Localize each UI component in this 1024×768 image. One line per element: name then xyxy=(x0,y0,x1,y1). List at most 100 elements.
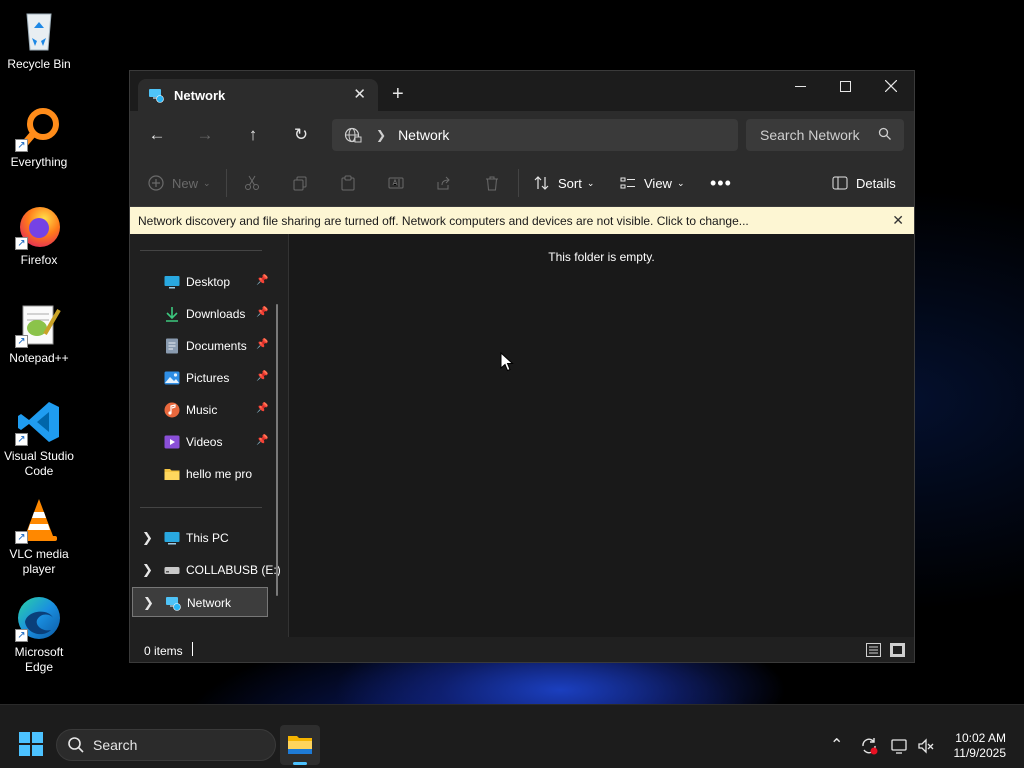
desktop-icon-edge[interactable]: ↗ Microsoft Edge xyxy=(2,594,76,675)
view-label: View xyxy=(644,175,672,191)
sidebar-item-collabusb[interactable]: ❯ COLLABUSB (E:) xyxy=(132,555,281,585)
address-path[interactable]: Network xyxy=(398,127,449,143)
tab-network[interactable]: Network ✕ xyxy=(138,79,378,111)
delete-button[interactable] xyxy=(484,171,500,195)
nav-divider xyxy=(140,250,262,251)
search-icon xyxy=(68,737,84,753)
close-tab-icon[interactable]: ✕ xyxy=(353,85,366,103)
network-status-icon[interactable] xyxy=(891,737,909,755)
back-arrow-icon[interactable]: ← xyxy=(146,125,168,145)
chevron-down-icon: ⌄ xyxy=(586,177,595,188)
sidebar-item-this-pc[interactable]: ❯ This PC xyxy=(132,523,268,553)
address-bar[interactable]: ❯ Network xyxy=(332,119,738,151)
scissors-icon xyxy=(245,175,259,190)
minimize-button[interactable] xyxy=(777,71,823,101)
sidebar-item-desktop[interactable]: Desktop 📌 xyxy=(132,267,268,297)
view-list-icon xyxy=(620,177,635,189)
copy-button[interactable] xyxy=(292,171,308,195)
sidebar-item-videos[interactable]: Videos 📌 xyxy=(132,427,268,457)
clock-date: 11/9/2025 xyxy=(953,746,1007,760)
close-icon[interactable]: ✕ xyxy=(892,212,904,229)
sidebar-item-pictures[interactable]: Pictures 📌 xyxy=(132,363,268,393)
sidebar-item-music[interactable]: Music 📌 xyxy=(132,395,268,425)
desktop-icon-vlc[interactable]: ↗ VLC media player xyxy=(2,496,76,577)
toolbar-divider xyxy=(226,169,227,197)
share-icon xyxy=(437,176,450,190)
cut-button[interactable] xyxy=(244,171,260,195)
sidebar-item-hello-me-pro[interactable]: hello me pro xyxy=(132,459,268,489)
new-button[interactable]: New ⌄ xyxy=(148,171,211,195)
maximize-button[interactable] xyxy=(822,71,868,101)
sidebar-item-downloads[interactable]: Downloads 📌 xyxy=(132,299,268,329)
system-clock[interactable]: 10:02 AM 11/9/2025 xyxy=(954,731,1007,761)
details-view-button[interactable] xyxy=(866,643,881,657)
pin-icon: 📌 xyxy=(256,339,269,350)
recycle-bin-icon xyxy=(15,6,63,54)
more-options-icon[interactable]: ••• xyxy=(710,171,732,195)
title-bar[interactable]: Network ✕ + xyxy=(130,71,914,111)
edge-icon: ↗ xyxy=(15,594,63,642)
details-view-icon xyxy=(869,646,878,654)
shortcut-arrow-icon: ↗ xyxy=(15,237,28,250)
share-button[interactable] xyxy=(436,171,452,195)
chevron-down-icon: ⌄ xyxy=(203,177,211,188)
taskbar-search-box[interactable]: Search xyxy=(56,729,276,761)
vlc-icon: ↗ xyxy=(15,496,63,544)
desktop-icon-everything[interactable]: ↗ Everything xyxy=(2,104,76,170)
plus-circle-icon xyxy=(148,175,164,191)
pin-icon: 📌 xyxy=(256,307,269,318)
chevron-right-icon[interactable]: ❯ xyxy=(142,530,153,546)
document-icon xyxy=(166,338,178,354)
paste-button[interactable] xyxy=(340,171,356,195)
sidebar-item-network[interactable]: ❯ Network xyxy=(132,587,268,617)
vscode-icon: ↗ xyxy=(15,398,63,446)
download-icon xyxy=(166,307,178,322)
desktop-icon-recycle-bin[interactable]: Recycle Bin xyxy=(2,6,76,72)
chevron-right-icon[interactable]: ❯ xyxy=(142,562,153,578)
close-window-button[interactable] xyxy=(868,71,914,101)
chevron-right-icon[interactable]: ❯ xyxy=(143,595,154,611)
sidebar-item-documents[interactable]: Documents 📌 xyxy=(132,331,268,361)
shortcut-arrow-icon: ↗ xyxy=(15,433,28,446)
search-network-input[interactable]: Search Network xyxy=(746,119,904,151)
view-button[interactable]: View ⌄ xyxy=(620,171,685,195)
file-explorer-window: Network ✕ + ← → ↑ ↻ ❯ Network Search Net… xyxy=(129,70,915,663)
shortcut-arrow-icon: ↗ xyxy=(15,531,28,544)
desktop-icon-label: Recycle Bin xyxy=(7,57,71,71)
desktop-icon-notepadpp[interactable]: ↗ Notepad++ xyxy=(2,300,76,366)
forward-arrow-icon[interactable]: → xyxy=(194,125,216,145)
volume-muted-icon[interactable] xyxy=(917,737,935,755)
file-explorer-icon xyxy=(288,736,312,754)
rename-button[interactable] xyxy=(388,171,404,195)
desktop-icon-vscode[interactable]: ↗ Visual Studio Code xyxy=(2,398,76,479)
up-arrow-icon[interactable]: ↑ xyxy=(242,125,264,145)
refresh-icon[interactable]: ↻ xyxy=(290,125,312,145)
empty-folder-message: This folder is empty. xyxy=(548,250,655,264)
status-divider xyxy=(192,642,193,656)
mouse-cursor-icon xyxy=(500,352,514,372)
desktop-icon-label: VLC media player xyxy=(9,547,69,576)
sort-label: Sort xyxy=(558,175,582,191)
infobar-message[interactable]: Network discovery and file sharing are t… xyxy=(138,214,749,228)
nav-pane-scrollbar[interactable] xyxy=(276,304,278,596)
tiles-view-button[interactable] xyxy=(890,643,905,657)
desktop-icon-label: Notepad++ xyxy=(9,351,69,365)
windows-start-icon[interactable] xyxy=(18,731,44,757)
taskbar-file-explorer[interactable] xyxy=(280,725,320,765)
item-count: 0 items xyxy=(144,644,183,658)
shortcut-arrow-icon: ↗ xyxy=(15,629,28,642)
sort-icon xyxy=(534,176,549,190)
details-button[interactable]: Details xyxy=(832,171,896,195)
everything-icon: ↗ xyxy=(15,104,63,152)
trash-icon xyxy=(486,176,498,191)
details-pane-icon xyxy=(832,176,848,190)
computer-icon xyxy=(164,532,180,545)
sort-button[interactable]: Sort ⌄ xyxy=(534,171,594,195)
network-discovery-infobar[interactable]: Network discovery and file sharing are t… xyxy=(130,207,914,234)
file-list-area[interactable]: This folder is empty. xyxy=(289,234,914,637)
desktop-icon-firefox[interactable]: ↗ Firefox xyxy=(2,202,76,268)
sync-icon[interactable] xyxy=(860,737,878,755)
desktop-icon-label: Microsoft Edge xyxy=(14,645,64,674)
new-tab-button[interactable]: + xyxy=(392,84,404,104)
show-hidden-icons-chevron-up-icon[interactable]: ⌃ xyxy=(830,735,843,755)
